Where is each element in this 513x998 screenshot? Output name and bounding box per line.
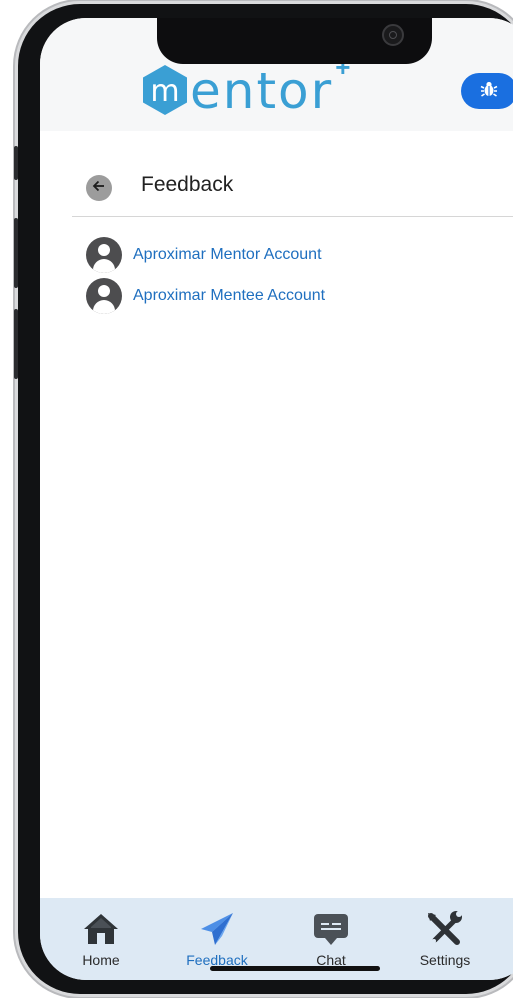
tab-settings[interactable]: Settings bbox=[400, 910, 490, 968]
header-divider bbox=[72, 216, 513, 217]
front-camera-icon bbox=[382, 24, 404, 46]
tools-icon bbox=[425, 910, 465, 948]
paper-plane-icon bbox=[198, 910, 236, 948]
logo-text: entor bbox=[190, 62, 334, 120]
arrow-left-icon bbox=[92, 179, 106, 198]
mute-switch bbox=[14, 146, 18, 180]
tab-label: Settings bbox=[419, 952, 471, 968]
tab-feedback[interactable]: Feedback bbox=[172, 910, 262, 968]
logo-hexagon-icon: m bbox=[142, 64, 188, 116]
tab-label: Home bbox=[82, 952, 120, 968]
home-icon bbox=[82, 910, 120, 948]
back-button[interactable] bbox=[86, 175, 112, 201]
tab-home[interactable]: Home bbox=[56, 910, 146, 968]
list-item[interactable]: Aproximar Mentor Account bbox=[86, 237, 325, 273]
app-screen: m entor + Feedback Aproximar Mentor Acco… bbox=[40, 18, 513, 980]
mentor-plus-logo: m entor + bbox=[142, 52, 350, 120]
volume-up-button bbox=[14, 218, 18, 288]
phone-frame: m entor + Feedback Aproximar Mentor Acco… bbox=[14, 4, 513, 994]
home-indicator bbox=[210, 966, 380, 971]
tab-chat[interactable]: Chat bbox=[286, 910, 376, 968]
account-name: Aproximar Mentee Account bbox=[133, 287, 326, 304]
chat-icon bbox=[312, 910, 350, 948]
bug-icon bbox=[480, 80, 498, 103]
list-item[interactable]: Aproximar Mentee Account bbox=[86, 278, 326, 314]
notch bbox=[157, 18, 432, 64]
page-title: Feedback bbox=[141, 173, 234, 196]
volume-down-button bbox=[14, 309, 18, 379]
account-name: Aproximar Mentor Account bbox=[133, 246, 322, 263]
account-circle-icon bbox=[86, 237, 122, 273]
account-circle-icon bbox=[86, 278, 122, 314]
account-list: Aproximar Mentor Account Aproximar Mente… bbox=[86, 237, 326, 320]
report-bug-button[interactable] bbox=[461, 73, 513, 109]
svg-text:m: m bbox=[150, 74, 179, 109]
